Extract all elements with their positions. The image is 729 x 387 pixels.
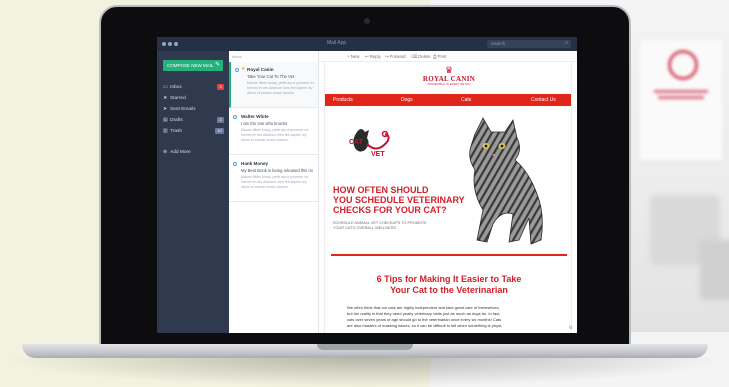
nav-contact-us[interactable]: Contact Us <box>531 97 556 103</box>
list-header: Inbox <box>232 54 242 59</box>
list-item[interactable]: ★ Royal Canin Take Your Cat To The Vet M… <box>229 62 318 108</box>
tips-title-line: Your Cat to the Veterinarian <box>390 285 508 295</box>
tabby-cat-image <box>469 117 543 245</box>
message-subject: I am the one who knocks <box>241 121 288 126</box>
list-item[interactable]: Walter White I am the one who knocks Mau… <box>229 109 318 155</box>
print-button[interactable]: ⎙ Print <box>433 54 446 59</box>
email-headline: HOW OFTEN SHOULD YOU SCHEDULE VETERINARY… <box>333 185 465 215</box>
tips-title-line: 6 Tips for Making It Easier to Take <box>376 274 522 284</box>
message-sender: Walter White <box>241 114 269 119</box>
webcam-icon <box>364 18 370 24</box>
sidebar-item-label: Trash <box>170 128 183 134</box>
laptop-shadow <box>0 358 729 387</box>
sidebar-item-trash[interactable]: ▥ Trash 10 <box>157 126 229 136</box>
new-label: New <box>350 54 360 59</box>
star-icon[interactable]: ★ <box>241 66 245 72</box>
sidebar-item-inbox[interactable]: ▭ Inbox 3 <box>157 82 229 92</box>
window-title: Mail App <box>327 40 347 46</box>
email-body: ♛ ROYAL CANIN INCREDIBLE IN EVERY DETAIL… <box>324 62 572 333</box>
select-radio[interactable] <box>233 162 237 166</box>
search-input[interactable]: Search ⌕ <box>487 40 571 48</box>
message-sender: Hank Money <box>241 161 269 166</box>
compose-icon: ✎ <box>214 62 220 68</box>
new-button[interactable]: + New <box>347 54 359 59</box>
message-subject: My Best Book is being released this mont… <box>241 168 313 173</box>
message-sender: Royal Canin <box>247 67 274 72</box>
laptop-screen: Mail App Search ⌕ COMPOSE NEW MAIL ✎ ▭ I… <box>157 37 577 333</box>
search-icon: ⌕ <box>565 40 568 46</box>
subline-line: YOUR CAT'S OVERALL WELLNESS. <box>333 226 397 230</box>
compose-label: COMPOSE NEW MAIL <box>167 63 214 68</box>
message-subject: Take Your Cat To The Vet <box>247 74 295 79</box>
message-snippet: Mauris fillets today, pettit aurol pumme… <box>241 128 310 142</box>
star-icon: ★ <box>163 95 168 101</box>
forward-label: Forward <box>389 54 406 59</box>
sidebar: COMPOSE NEW MAIL ✎ ▭ Inbox 3 ★ Starred ➤… <box>157 51 229 333</box>
nav-cats[interactable]: Cats <box>461 97 471 103</box>
nav-dogs[interactable]: Dogs <box>401 97 413 103</box>
reply-label: Reply <box>369 54 381 59</box>
message-snippet: Mauris fillets today, pettit aurol pumme… <box>247 81 316 95</box>
sidebar-item-add-more[interactable]: ⊕ Add More <box>157 147 229 157</box>
royal-canin-logo[interactable]: ♛ ROYAL CANIN INCREDIBLE IN EVERY DETAIL <box>417 65 481 87</box>
sidebar-item-label: Inbox <box>170 84 182 90</box>
brand-name: ROYAL CANIN <box>422 75 476 83</box>
message-snippet: Mauris fillets today, pettit aurol pumme… <box>241 175 310 189</box>
red-divider <box>331 254 567 256</box>
unread-badge: 3 <box>217 84 224 90</box>
compose-button[interactable]: COMPOSE NEW MAIL ✎ <box>163 60 223 71</box>
sidebar-item-label: Drafts <box>170 117 183 123</box>
trash-badge: 10 <box>215 128 224 134</box>
sidebar-item-drafts[interactable]: ▤ Drafts 2 <box>157 115 229 125</box>
gear-icon[interactable]: ⚙ <box>569 325 573 331</box>
cat-vet-logo: CAT VET <box>349 129 390 158</box>
brand-nav: Products Dogs Cats Contact Us <box>325 94 571 106</box>
nav-products[interactable]: Products <box>333 97 353 103</box>
headline-line: YOU SCHEDULE VETERINARY <box>333 195 465 205</box>
sidebar-item-label: Add More <box>170 149 191 155</box>
poster-text-line <box>654 90 708 93</box>
blurred-poster <box>640 40 722 160</box>
inbox-icon: ▭ <box>163 84 168 90</box>
print-label: Print <box>437 54 447 59</box>
window-maximize-icon[interactable] <box>174 42 178 46</box>
search-placeholder: Search <box>491 41 506 46</box>
list-item[interactable]: Hank Money My Best Book is being release… <box>229 156 318 202</box>
tips-title: 6 Tips for Making It Easier to Take Your… <box>325 274 571 296</box>
email-subheadline: SCHEDULE ANNUAL VET CHECKUPS TO PROMOTE … <box>333 221 443 231</box>
reading-pane: + New ↩ Reply ↪ Forward ⌫ Delete ⎙ Print… <box>319 51 577 333</box>
select-radio[interactable] <box>233 115 237 119</box>
window-minimize-icon[interactable] <box>168 42 172 46</box>
message-list: Inbox ★ Royal Canin Take Your Cat To The… <box>229 51 319 333</box>
reply-button[interactable]: ↩ Reply <box>365 54 381 60</box>
forward-button[interactable]: ↪ Forward <box>385 54 406 60</box>
email-toolbar: + New ↩ Reply ↪ Forward ⌫ Delete ⎙ Print <box>319 51 577 62</box>
drafts-badge: 2 <box>217 117 224 123</box>
poster-text-line <box>658 96 704 99</box>
sidebar-item-sent[interactable]: ➤ Sent Emails <box>157 104 229 114</box>
blurred-object <box>700 240 729 300</box>
draft-icon: ▤ <box>163 117 168 123</box>
poster-cat-logo <box>668 50 698 80</box>
title-bar: Mail App Search ⌕ <box>157 37 577 51</box>
crown-icon: ♛ <box>444 65 454 75</box>
brand-tagline: INCREDIBLE IN EVERY DETAIL <box>427 83 471 86</box>
logo-text-top: CAT <box>349 139 364 146</box>
headline-line: CHECKS FOR YOUR CAT? <box>333 205 447 215</box>
headline-line: HOW OFTEN SHOULD <box>333 185 429 195</box>
logo-text-bottom: VET <box>371 151 385 158</box>
add-icon: ⊕ <box>163 149 168 155</box>
delete-label: Delete <box>418 54 431 59</box>
status-bar: ⚙ <box>319 325 577 333</box>
send-icon: ➤ <box>163 106 168 112</box>
sidebar-item-label: Starred <box>170 95 186 101</box>
trash-icon: ▥ <box>163 128 168 134</box>
laptop-notch <box>317 344 413 350</box>
delete-button[interactable]: ⌫ Delete <box>411 54 431 60</box>
sidebar-item-starred[interactable]: ★ Starred <box>157 93 229 103</box>
select-radio[interactable] <box>235 68 239 72</box>
sidebar-item-label: Sent Emails <box>170 106 196 112</box>
window-close-icon[interactable] <box>162 42 166 46</box>
